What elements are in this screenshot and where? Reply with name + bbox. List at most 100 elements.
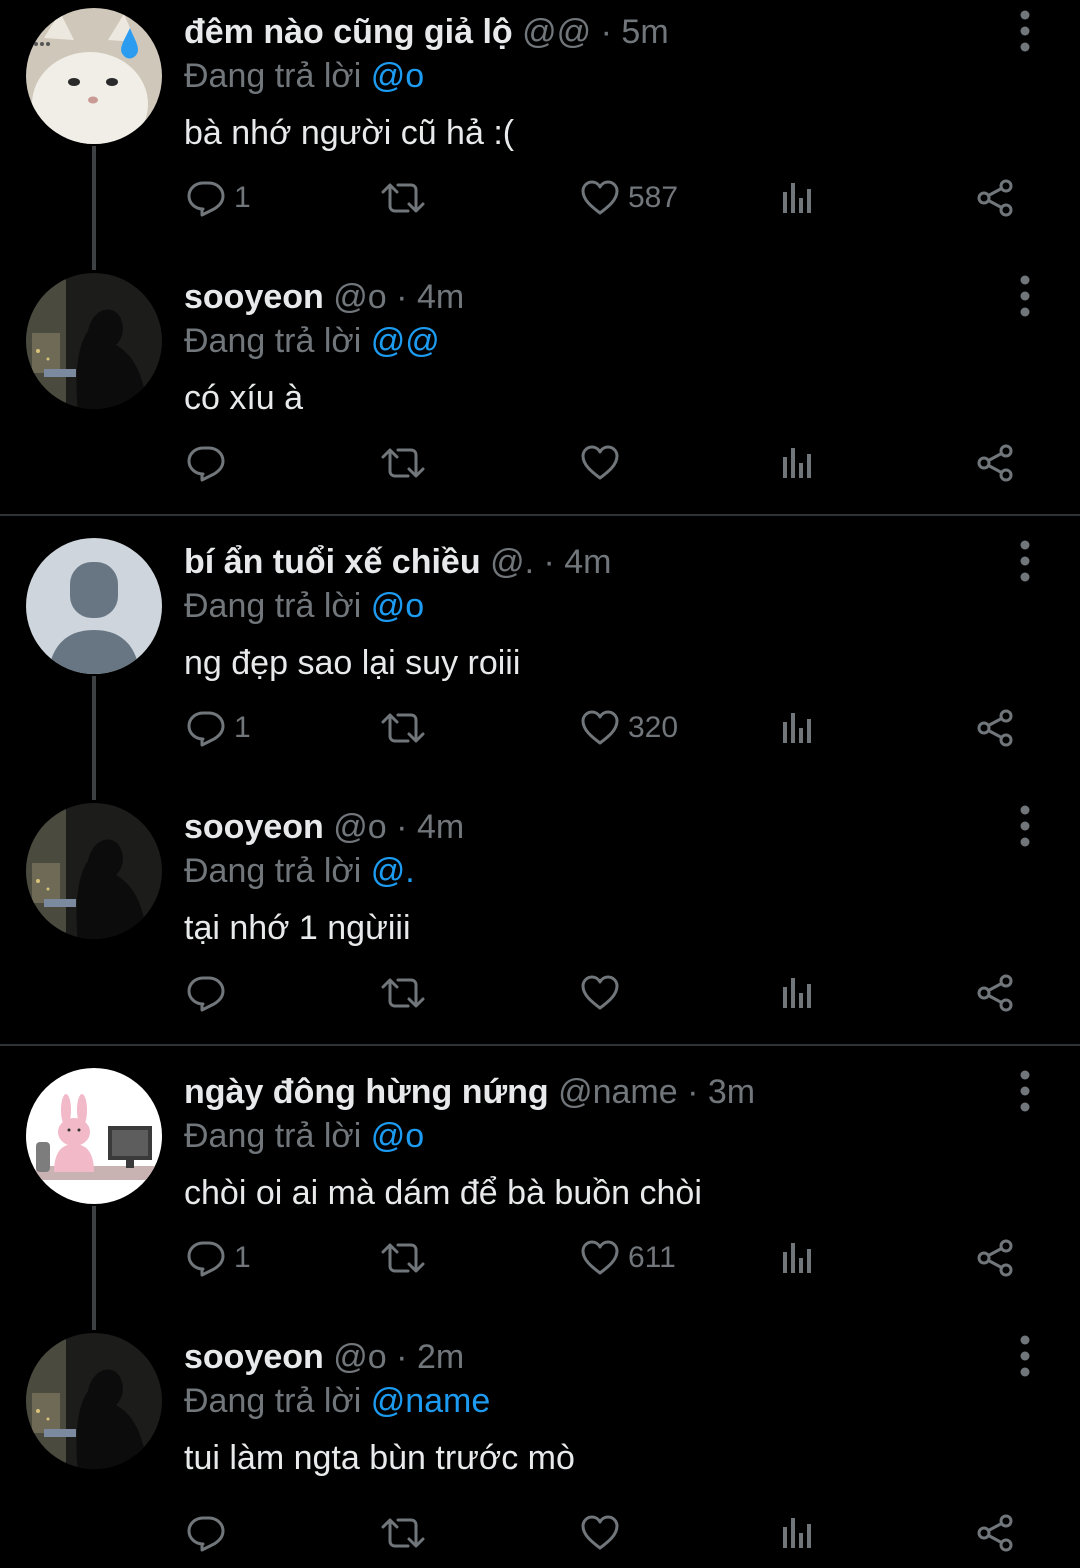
action-bar: 1 320: [0, 700, 1080, 756]
views-button[interactable]: [778, 1230, 818, 1286]
username[interactable]: @o: [333, 808, 386, 846]
timestamp[interactable]: 5m: [621, 13, 668, 51]
more-vertical-icon[interactable]: [1008, 6, 1042, 56]
timestamp[interactable]: 4m: [564, 543, 611, 581]
heart-icon: [580, 708, 620, 748]
avatar[interactable]: [26, 1333, 162, 1469]
views-button[interactable]: [778, 1505, 818, 1561]
replying-to-line: Đang trả lời @o: [184, 1114, 424, 1158]
avatar[interactable]: [26, 8, 162, 144]
mention-link[interactable]: @o: [371, 57, 424, 95]
mention-link[interactable]: @o: [371, 587, 424, 625]
replying-label: Đang trả lời: [184, 1382, 362, 1420]
avatar[interactable]: [26, 538, 162, 674]
views-button[interactable]: [778, 965, 818, 1021]
share-icon: [975, 443, 1015, 483]
mention-link[interactable]: @@: [371, 322, 440, 360]
display-name[interactable]: sooyeon: [184, 1338, 324, 1376]
retweet-button[interactable]: [380, 1505, 426, 1561]
tweet[interactable]: sooyeon @o · 4m Đang trả lời @. tại nhớ …: [0, 795, 1080, 1060]
reply-button[interactable]: [186, 965, 234, 1021]
heart-icon: [580, 1513, 620, 1553]
username[interactable]: @o: [333, 278, 386, 316]
tweet[interactable]: bí ẩn tuổi xế chiều @. · 4m Đang trả lời…: [0, 530, 1080, 795]
display-name[interactable]: sooyeon: [184, 808, 324, 846]
replying-label: Đang trả lời: [184, 322, 362, 360]
share-button[interactable]: [975, 170, 1015, 226]
like-count: 611: [628, 1241, 676, 1274]
more-vertical-icon[interactable]: [1008, 536, 1042, 586]
like-button[interactable]: [580, 435, 628, 491]
thread-divider: [0, 514, 1080, 516]
reply-button[interactable]: [186, 1505, 234, 1561]
tweet[interactable]: đêm nào cũng giả lộ @@ · 5m Đang trả lời…: [0, 0, 1080, 265]
username[interactable]: @@: [522, 13, 591, 51]
username[interactable]: @name: [558, 1073, 678, 1111]
separator-dot: ·: [396, 808, 408, 846]
share-button[interactable]: [975, 700, 1015, 756]
avatar[interactable]: [26, 803, 162, 939]
username[interactable]: @o: [333, 1338, 386, 1376]
action-bar: 1 611: [0, 1230, 1080, 1286]
mention-link[interactable]: @.: [371, 852, 415, 890]
retweet-button[interactable]: [380, 965, 426, 1021]
retweet-button[interactable]: [380, 435, 426, 491]
more-vertical-icon[interactable]: [1008, 1066, 1042, 1116]
mention-link[interactable]: @o: [371, 1117, 424, 1155]
share-button[interactable]: [975, 435, 1015, 491]
reply-icon: [186, 973, 226, 1013]
like-button[interactable]: [580, 965, 628, 1021]
timestamp[interactable]: 2m: [417, 1338, 464, 1376]
reply-button[interactable]: [186, 435, 234, 491]
like-button[interactable]: [580, 1505, 628, 1561]
retweet-button[interactable]: [380, 1230, 426, 1286]
more-vertical-icon[interactable]: [1008, 1331, 1042, 1381]
tweet-header: bí ẩn tuổi xế chiều @. · 4m: [184, 540, 612, 584]
display-name[interactable]: sooyeon: [184, 278, 324, 316]
reply-button[interactable]: 1: [186, 1230, 251, 1286]
mention-link[interactable]: @name: [371, 1382, 491, 1420]
separator-dot: ·: [600, 13, 612, 51]
replying-label: Đang trả lời: [184, 1117, 362, 1155]
replying-to-line: Đang trả lời @@: [184, 319, 440, 363]
reply-icon: [186, 178, 226, 218]
more-vertical-icon[interactable]: [1008, 801, 1042, 851]
timestamp[interactable]: 4m: [417, 808, 464, 846]
avatar[interactable]: [26, 1068, 162, 1204]
replying-to-line: Đang trả lời @o: [184, 54, 424, 98]
display-name[interactable]: bí ẩn tuổi xế chiều: [184, 543, 481, 581]
action-bar: [0, 1505, 1080, 1561]
analytics-icon: [778, 1513, 818, 1553]
thread-divider: [0, 1044, 1080, 1046]
avatar[interactable]: [26, 273, 162, 409]
like-button[interactable]: 320: [580, 700, 678, 756]
display-name[interactable]: đêm nào cũng giả lộ: [184, 13, 513, 51]
tweet[interactable]: sooyeon @o · 4m Đang trả lời @@ có xíu à: [0, 265, 1080, 530]
reply-icon: [186, 1513, 226, 1553]
share-button[interactable]: [975, 1505, 1015, 1561]
views-button[interactable]: [778, 435, 818, 491]
tweet[interactable]: ngày đông hừng nứng @name · 3m Đang trả …: [0, 1060, 1080, 1325]
share-icon: [975, 178, 1015, 218]
views-button[interactable]: [778, 170, 818, 226]
views-button[interactable]: [778, 700, 818, 756]
reply-button[interactable]: 1: [186, 700, 251, 756]
username[interactable]: @.: [490, 543, 534, 581]
reply-count: 1: [234, 1241, 251, 1274]
retweet-button[interactable]: [380, 170, 426, 226]
retweet-button[interactable]: [380, 700, 426, 756]
tweet[interactable]: sooyeon @o · 2m Đang trả lời @name tui l…: [0, 1325, 1080, 1568]
share-button[interactable]: [975, 965, 1015, 1021]
timestamp[interactable]: 3m: [708, 1073, 755, 1111]
reply-button[interactable]: 1: [186, 170, 251, 226]
retweet-icon: [380, 1513, 426, 1553]
replying-label: Đang trả lời: [184, 587, 362, 625]
share-button[interactable]: [975, 1230, 1015, 1286]
like-button[interactable]: 587: [580, 170, 678, 226]
reply-count: 1: [234, 181, 251, 214]
timestamp[interactable]: 4m: [417, 278, 464, 316]
like-button[interactable]: 611: [580, 1230, 676, 1286]
more-vertical-icon[interactable]: [1008, 271, 1042, 321]
display-name[interactable]: ngày đông hừng nứng: [184, 1073, 549, 1111]
analytics-icon: [778, 443, 818, 483]
